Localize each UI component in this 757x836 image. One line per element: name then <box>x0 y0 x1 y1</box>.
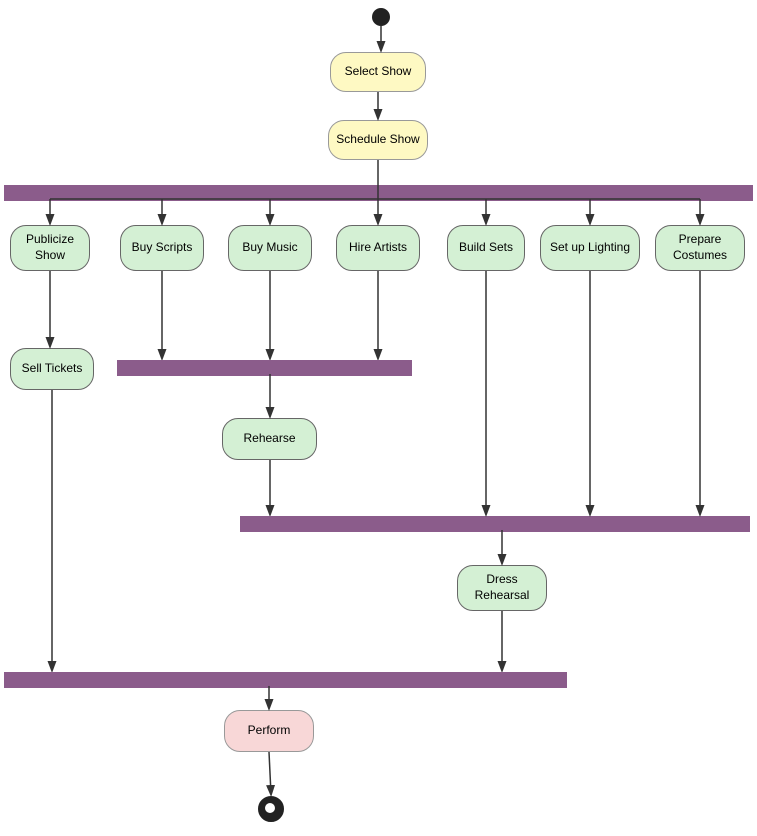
swimlane-bar-1 <box>4 185 753 201</box>
swimlane-bar-4 <box>4 672 567 688</box>
hire-artists-label: Hire Artists <box>349 240 407 256</box>
end-node <box>258 796 284 822</box>
schedule-show-node: Schedule Show <box>328 120 428 160</box>
build-sets-label: Build Sets <box>459 240 513 256</box>
select-show-label: Select Show <box>345 64 412 80</box>
buy-music-label: Buy Music <box>242 240 297 256</box>
start-node <box>372 8 390 26</box>
buy-music-node: Buy Music <box>228 225 312 271</box>
prepare-costumes-label: PrepareCostumes <box>673 232 727 263</box>
perform-node: Perform <box>224 710 314 752</box>
rehearse-label: Rehearse <box>243 431 295 447</box>
swimlane-bar-3 <box>240 516 750 532</box>
select-show-node: Select Show <box>330 52 426 92</box>
setup-lighting-node: Set up Lighting <box>540 225 640 271</box>
setup-lighting-label: Set up Lighting <box>550 240 630 256</box>
sell-tickets-label: Sell Tickets <box>22 361 83 377</box>
swimlane-bar-2 <box>117 360 412 376</box>
publicize-show-node: PublicizeShow <box>10 225 90 271</box>
publicize-show-label: PublicizeShow <box>26 232 74 263</box>
dress-rehearsal-label: DressRehearsal <box>475 572 530 603</box>
rehearse-node: Rehearse <box>222 418 317 460</box>
dress-rehearsal-node: DressRehearsal <box>457 565 547 611</box>
build-sets-node: Build Sets <box>447 225 525 271</box>
activity-diagram: Select Show Schedule Show PublicizeShow … <box>0 0 757 836</box>
buy-scripts-label: Buy Scripts <box>132 240 193 256</box>
buy-scripts-node: Buy Scripts <box>120 225 204 271</box>
hire-artists-node: Hire Artists <box>336 225 420 271</box>
perform-label: Perform <box>248 723 291 739</box>
sell-tickets-node: Sell Tickets <box>10 348 94 390</box>
prepare-costumes-node: PrepareCostumes <box>655 225 745 271</box>
schedule-show-label: Schedule Show <box>336 132 419 148</box>
